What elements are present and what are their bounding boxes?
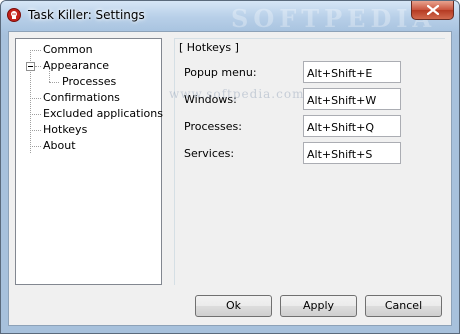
windows-hotkey-field[interactable] [303, 88, 401, 110]
tree-line [30, 130, 41, 131]
softpedia-url-watermark: www.softpedia.com [169, 87, 305, 101]
cancel-button[interactable]: Cancel [365, 295, 442, 317]
tree-line [30, 114, 41, 115]
tree-item-confirmations[interactable]: Confirmations [41, 90, 122, 106]
services-hotkey-field[interactable] [303, 142, 401, 164]
tree-item-processes[interactable]: Processes [60, 74, 118, 90]
tree-line [30, 50, 41, 51]
tree-item-about[interactable]: About [41, 138, 78, 154]
tree-line [30, 98, 41, 99]
close-button[interactable] [411, 1, 454, 20]
tree-item-hotkeys[interactable]: Hotkeys [41, 122, 89, 138]
popup-menu-label: Popup menu: [184, 66, 257, 79]
settings-window: Task Killer: Settings SOFTPEDIA Common A… [0, 0, 460, 334]
window-title: Task Killer: Settings [28, 8, 145, 22]
popup-menu-hotkey-field[interactable] [303, 61, 401, 83]
ok-button[interactable]: Ok [195, 295, 272, 317]
hotkeys-group: [ Hotkeys ] Popup menu: Windows: Process… [174, 38, 445, 285]
app-icon [7, 8, 21, 22]
apply-button[interactable]: Apply [280, 295, 357, 317]
dialog-client-area: Common Appearance Processes Confirmation… [8, 31, 452, 326]
collapse-icon[interactable] [26, 62, 35, 71]
settings-tree[interactable]: Common Appearance Processes Confirmation… [15, 38, 165, 285]
processes-hotkey-field[interactable] [303, 115, 401, 137]
close-icon [427, 5, 439, 15]
tree-item-appearance[interactable]: Appearance [41, 58, 111, 74]
tree-item-common[interactable]: Common [41, 42, 95, 58]
tree-item-excluded-applications[interactable]: Excluded applications [41, 106, 165, 122]
title-bar[interactable]: Task Killer: Settings SOFTPEDIA [1, 1, 459, 33]
softpedia-watermark: SOFTPEDIA [231, 4, 437, 33]
tree-line [49, 82, 59, 83]
services-label: Services: [184, 147, 235, 160]
tree-line [30, 146, 41, 147]
hotkeys-group-title: [ Hotkeys ] [179, 41, 239, 54]
processes-label: Processes: [184, 120, 242, 133]
